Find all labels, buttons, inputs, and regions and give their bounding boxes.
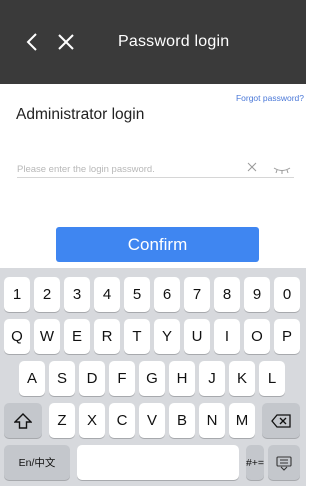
password-input[interactable] [17, 161, 227, 177]
key-i[interactable]: I [214, 319, 240, 354]
key-n[interactable]: N [199, 403, 225, 438]
key-g[interactable]: G [139, 361, 165, 396]
key-z[interactable]: Z [49, 403, 75, 438]
key-d[interactable]: D [79, 361, 105, 396]
key-s[interactable]: S [49, 361, 75, 396]
key-p[interactable]: P [274, 319, 300, 354]
on-screen-keyboard: 1 2 3 4 5 6 7 8 9 0 Q W E R T Y U I O P … [0, 268, 306, 486]
key-t[interactable]: T [124, 319, 150, 354]
key-9[interactable]: 9 [244, 277, 270, 312]
key-h[interactable]: H [169, 361, 195, 396]
backspace-icon[interactable] [262, 403, 300, 438]
key-w[interactable]: W [34, 319, 60, 354]
shift-icon[interactable] [4, 403, 42, 438]
key-q[interactable]: Q [4, 319, 30, 354]
page-title: Password login [118, 33, 230, 50]
password-field-row [17, 158, 294, 178]
key-f[interactable]: F [109, 361, 135, 396]
key-8[interactable]: 8 [214, 277, 240, 312]
key-l[interactable]: L [259, 361, 285, 396]
chevron-left-icon[interactable] [19, 29, 45, 55]
key-a[interactable]: A [19, 361, 45, 396]
eye-closed-icon[interactable] [272, 162, 292, 174]
symbols-key[interactable]: #+= [246, 445, 264, 480]
key-j[interactable]: J [199, 361, 225, 396]
key-c[interactable]: C [109, 403, 135, 438]
key-1[interactable]: 1 [4, 277, 30, 312]
forgot-password-link[interactable]: Forgot password? [236, 93, 304, 103]
key-k[interactable]: K [229, 361, 255, 396]
language-switch-key[interactable]: En/中文 [4, 445, 70, 480]
header-bar: Password login [0, 0, 306, 84]
key-b[interactable]: B [169, 403, 195, 438]
key-m[interactable]: M [229, 403, 255, 438]
keyboard-hide-icon[interactable] [268, 445, 300, 480]
key-7[interactable]: 7 [184, 277, 210, 312]
key-r[interactable]: R [94, 319, 120, 354]
key-x[interactable]: X [79, 403, 105, 438]
section-title: Administrator login [16, 106, 145, 123]
key-0[interactable]: 0 [274, 277, 300, 312]
key-u[interactable]: U [184, 319, 210, 354]
key-3[interactable]: 3 [64, 277, 90, 312]
space-key[interactable] [77, 445, 239, 480]
key-o[interactable]: O [244, 319, 270, 354]
key-4[interactable]: 4 [94, 277, 120, 312]
key-e[interactable]: E [64, 319, 90, 354]
key-v[interactable]: V [139, 403, 165, 438]
key-5[interactable]: 5 [124, 277, 150, 312]
close-icon[interactable] [53, 29, 79, 55]
confirm-button[interactable]: Confirm [56, 227, 259, 262]
key-6[interactable]: 6 [154, 277, 180, 312]
clear-icon[interactable] [245, 160, 259, 174]
key-2[interactable]: 2 [34, 277, 60, 312]
key-y[interactable]: Y [154, 319, 180, 354]
